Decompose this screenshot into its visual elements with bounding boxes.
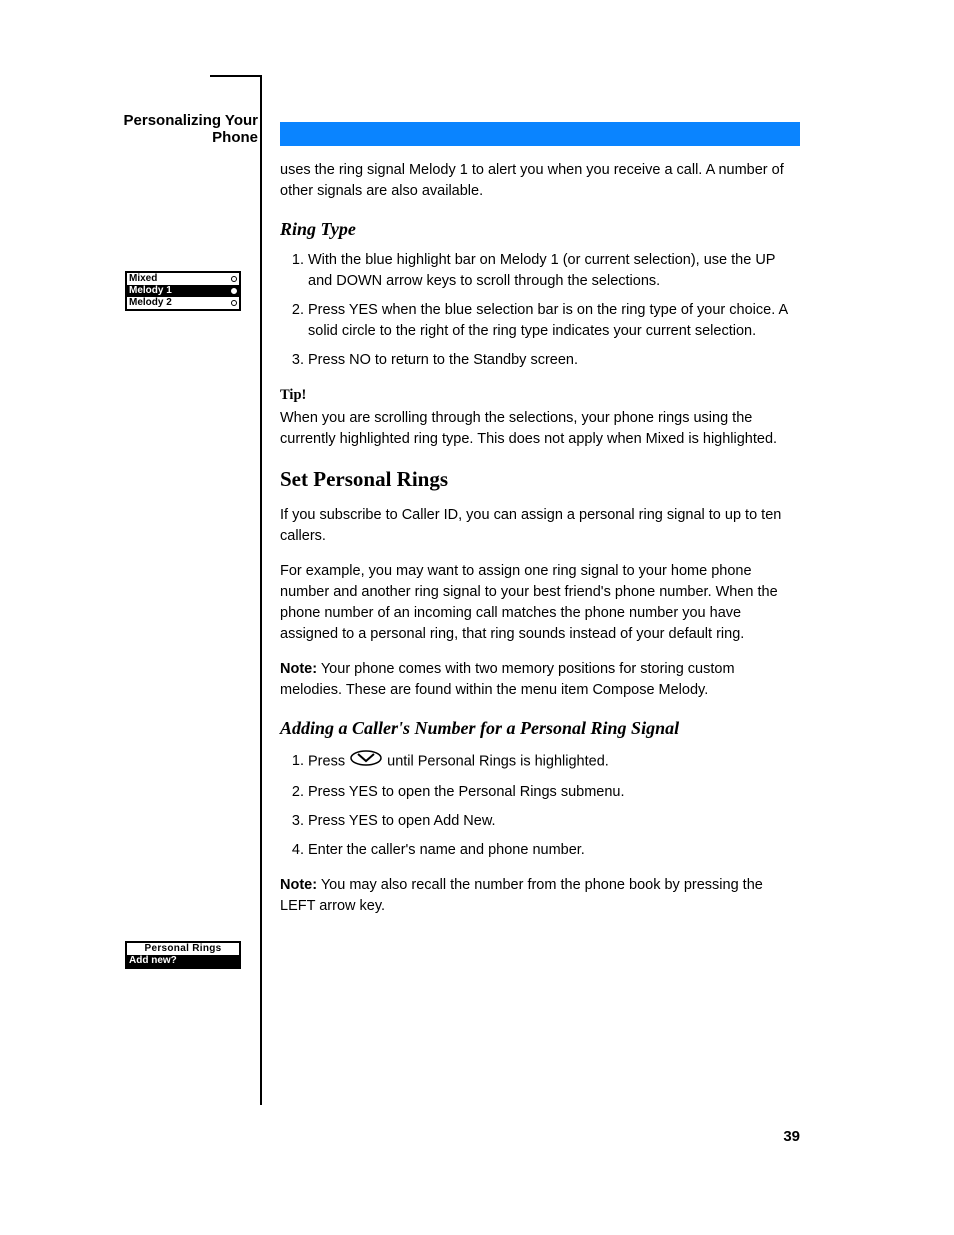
personal-rings-intro: If you subscribe to Caller ID, you can a… (280, 505, 800, 547)
tip-block: Tip! When you are scrolling through the … (280, 385, 800, 450)
lcd-title-row: Personal Rings (127, 943, 239, 955)
note-block: Note: Your phone comes with two memory p… (280, 659, 800, 701)
lcd-row: Melody 2 (127, 297, 239, 309)
radio-icon (231, 276, 237, 282)
page: Personalizing Your Phone Mixed Melody 1 … (0, 0, 954, 1235)
step: Enter the caller's name and phone number… (308, 840, 800, 861)
lcd-row-label: Melody 2 (129, 297, 172, 309)
personal-rings-example: For example, you may want to assign one … (280, 561, 800, 645)
tip-label: Tip! (280, 385, 800, 406)
step-text-a: Press (308, 753, 349, 769)
subheading-ring-type: Ring Type (280, 216, 800, 242)
lcd-row: Mixed (127, 273, 239, 285)
page-number: 39 (783, 1128, 800, 1145)
tip-text: When you are scrolling through the selec… (280, 410, 777, 447)
lcd-row-selected: Melody 1 (127, 285, 239, 297)
note-label: Note: (280, 661, 317, 677)
yes-key-icon (349, 749, 383, 774)
body-column: uses the ring signal Melody 1 to alert y… (280, 120, 800, 931)
note2-block: Note: You may also recall the number fro… (280, 875, 800, 917)
step: Press YES when the blue selection bar is… (308, 300, 800, 342)
subheading-add-caller: Adding a Caller's Number for a Personal … (280, 715, 800, 741)
radio-filled-icon (231, 288, 237, 294)
lcd-row-label: Melody 1 (129, 285, 172, 297)
rule-tick (210, 75, 262, 77)
lcd-row-label: Mixed (129, 273, 157, 285)
ring-type-steps: With the blue highlight bar on Melody 1 … (280, 250, 800, 371)
note2-label: Note: (280, 877, 317, 893)
step: Press until Personal Rings is highlighte… (308, 749, 800, 774)
step: Press NO to return to the Standby screen… (308, 350, 800, 371)
vertical-rule (260, 75, 262, 1105)
add-caller-steps: Press until Personal Rings is highlighte… (280, 749, 800, 861)
heading-personal-rings: Set Personal Rings (280, 464, 800, 494)
radio-icon (231, 300, 237, 306)
intro-paragraph: uses the ring signal Melody 1 to alert y… (280, 160, 800, 202)
lcd-row-selected: Add new? (127, 955, 239, 967)
lcd-row-label: Add new? (129, 955, 177, 967)
step-text-b: until Personal Rings is highlighted. (387, 753, 609, 769)
step: Press YES to open the Personal Rings sub… (308, 782, 800, 803)
step: Press YES to open Add New. (308, 811, 800, 832)
note2-text: You may also recall the number from the … (280, 877, 763, 914)
running-title: Personalizing Your Phone (108, 112, 258, 146)
lcd-title-text: Personal Rings (129, 943, 237, 955)
step: With the blue highlight bar on Melody 1 … (308, 250, 800, 292)
lcd-screenshot-personal-rings: Personal Rings Add new? (125, 941, 241, 969)
note-text: Your phone comes with two memory positio… (280, 661, 735, 698)
lcd-screenshot-ring-type: Mixed Melody 1 Melody 2 (125, 271, 241, 311)
